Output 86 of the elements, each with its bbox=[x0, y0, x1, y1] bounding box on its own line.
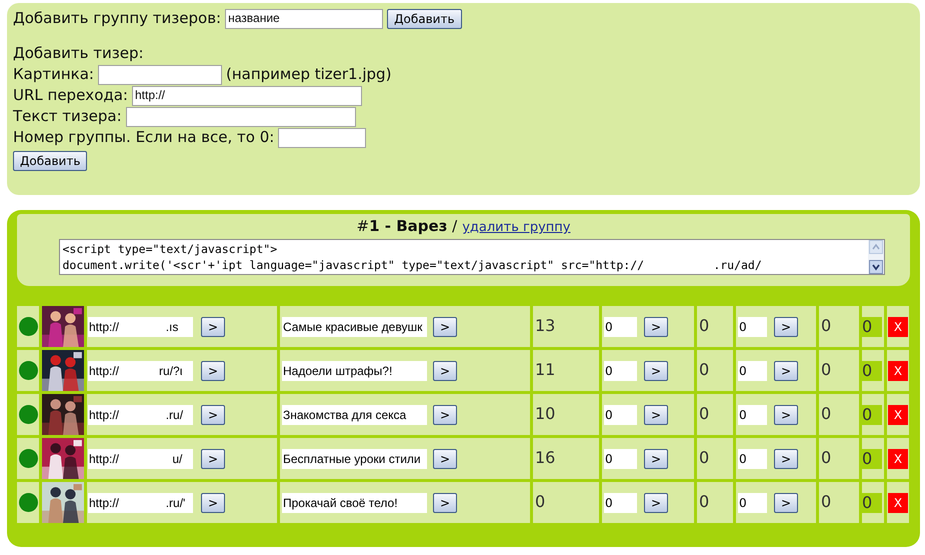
number-field[interactable]: 0 bbox=[604, 404, 637, 424]
apply-button[interactable]: > bbox=[644, 448, 668, 468]
number-field[interactable]: 0 bbox=[738, 316, 767, 336]
count-value: 0 bbox=[699, 403, 710, 425]
teaser-heading: Добавить тизер: bbox=[13, 43, 145, 64]
total-value: 0 bbox=[862, 404, 882, 424]
count-value: 0 bbox=[821, 315, 832, 337]
field-label: Текст тизера: bbox=[13, 106, 122, 127]
count-value: 0 bbox=[821, 359, 832, 381]
apply-button[interactable]: > bbox=[644, 360, 668, 380]
save-url-button[interactable]: > bbox=[201, 404, 226, 424]
save-url-button[interactable]: > bbox=[201, 492, 226, 512]
total-value: 0 bbox=[862, 492, 882, 512]
input-field[interactable] bbox=[126, 106, 356, 126]
url-field[interactable]: http:// u/ bbox=[88, 448, 193, 468]
delete-button[interactable]: X bbox=[888, 492, 908, 512]
click-count: 16 bbox=[535, 447, 556, 469]
number-field[interactable]: 0 bbox=[604, 360, 637, 380]
teaser-text-field[interactable]: Знакомства для секса bbox=[282, 404, 427, 424]
url-field[interactable]: http:// .ıs bbox=[88, 316, 193, 336]
save-text-button[interactable]: > bbox=[433, 492, 458, 512]
save-url-button[interactable]: > bbox=[201, 360, 226, 380]
input-field[interactable] bbox=[98, 64, 222, 84]
click-count: 10 bbox=[535, 403, 556, 425]
add-group-button[interactable]: Добавить bbox=[387, 8, 462, 28]
apply-button[interactable]: > bbox=[774, 448, 798, 468]
field-label: Картинка: bbox=[13, 64, 94, 85]
number-field[interactable]: 0 bbox=[604, 492, 637, 512]
apply-button[interactable]: > bbox=[774, 492, 798, 512]
field-label: Номер группы. Если на все, то 0: bbox=[13, 127, 274, 148]
apply-button[interactable]: > bbox=[774, 360, 798, 380]
count-value: 0 bbox=[699, 315, 710, 337]
input-field[interactable]: http:// bbox=[132, 86, 362, 106]
save-text-button[interactable]: > bbox=[433, 360, 458, 380]
count-value: 0 bbox=[699, 359, 710, 381]
save-text-button[interactable]: > bbox=[433, 404, 458, 424]
delete-button[interactable]: X bbox=[888, 316, 908, 336]
teaser-text-field[interactable]: Прокачай своё тело! bbox=[282, 492, 427, 512]
total-value: 0 bbox=[862, 316, 882, 336]
group-name-field[interactable]: название bbox=[225, 8, 384, 28]
number-field[interactable]: 0 bbox=[738, 360, 767, 380]
field-hint: (например tizer1.jpg) bbox=[226, 64, 392, 85]
click-count: 11 bbox=[535, 359, 556, 381]
delete-group-link[interactable]: удалить группу bbox=[462, 218, 570, 238]
apply-button[interactable]: > bbox=[644, 492, 668, 512]
total-value: 0 bbox=[862, 360, 882, 380]
save-text-button[interactable]: > bbox=[433, 316, 458, 336]
number-field[interactable]: 0 bbox=[604, 448, 637, 468]
delete-button[interactable]: X bbox=[888, 448, 908, 468]
save-text-button[interactable]: > bbox=[433, 448, 458, 468]
code-line: document.write('<scr'+'ipt language="javascript" type="text/javascript" src="http:// .ru/ad/ bbox=[62, 256, 763, 272]
delete-button[interactable]: X bbox=[888, 360, 908, 380]
apply-button[interactable]: > bbox=[774, 316, 798, 336]
apply-button[interactable]: > bbox=[774, 404, 798, 424]
count-value: 0 bbox=[821, 447, 832, 469]
url-field[interactable]: http:// .ru/ bbox=[88, 404, 193, 424]
click-count: 13 bbox=[535, 315, 556, 337]
field-label: URL перехода: bbox=[13, 85, 128, 106]
scroll-down-icon[interactable] bbox=[868, 260, 882, 274]
number-field[interactable]: 0 bbox=[738, 492, 767, 512]
count-value: 0 bbox=[821, 491, 832, 513]
save-url-button[interactable]: > bbox=[201, 448, 226, 468]
teaser-text-field[interactable]: Бесплатные уроки стили bbox=[282, 448, 427, 468]
total-value: 0 bbox=[862, 448, 882, 468]
delete-button[interactable]: X bbox=[888, 404, 908, 424]
code-textarea[interactable]: <script type="text/javascript"> document.write('<scr'+'ipt language="javascript" type="text/javascript" src="http:// .ru/ad/ bbox=[58, 238, 884, 274]
apply-button[interactable]: > bbox=[644, 404, 668, 424]
count-value: 0 bbox=[699, 447, 710, 469]
number-field[interactable]: 0 bbox=[738, 448, 767, 468]
apply-button[interactable]: > bbox=[644, 316, 668, 336]
click-count: 0 bbox=[535, 491, 546, 513]
group-label: Добавить группу тизеров: bbox=[13, 8, 222, 29]
group-title: #1 - Варез / bbox=[356, 216, 458, 237]
count-value: 0 bbox=[821, 403, 832, 425]
teaser-text-field[interactable]: Самые красивые девушк bbox=[282, 316, 427, 336]
url-field[interactable]: http:// .ru/' bbox=[88, 492, 193, 512]
count-value: 0 bbox=[699, 491, 710, 513]
save-url-button[interactable]: > bbox=[201, 316, 226, 336]
add-teaser-button[interactable]: Добавить bbox=[13, 151, 88, 171]
code-line: <script type="text/javascript"> bbox=[62, 240, 278, 256]
number-field[interactable]: 0 bbox=[738, 404, 767, 424]
scroll-up-icon[interactable] bbox=[868, 240, 882, 254]
input-field[interactable] bbox=[278, 128, 366, 148]
url-field[interactable]: http:// ru/?ι bbox=[88, 360, 193, 380]
teaser-text-field[interactable]: Надоели штрафы?! bbox=[282, 360, 427, 380]
number-field[interactable]: 0 bbox=[604, 316, 637, 336]
